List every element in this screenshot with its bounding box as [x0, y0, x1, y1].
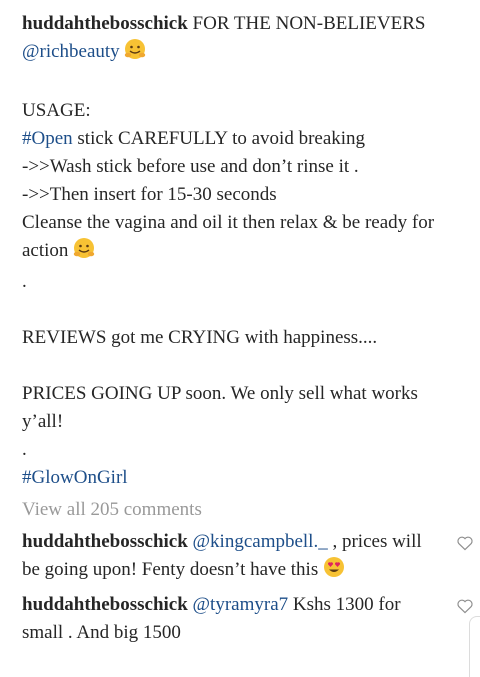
caption-intro-text: FOR THE NON-BELIEVERS: [192, 13, 426, 34]
view-all-comments-link[interactable]: View all 205 comments: [22, 496, 462, 524]
hugging-face-emoji: [73, 237, 95, 268]
hashtag-glowongirl[interactable]: #GlowOnGirl: [22, 467, 128, 488]
comment-username[interactable]: huddahthebosschick: [22, 531, 188, 552]
heart-eyes-emoji: [323, 556, 345, 587]
comment-item: huddahthebosschick @tyramyra7 Kshs 1300 …: [22, 591, 473, 647]
usage-heading: USAGE:: [22, 100, 91, 121]
caption-dot-2: .: [22, 439, 27, 460]
hugging-face-emoji: [124, 38, 146, 69]
like-comment-heart-icon[interactable]: [456, 532, 474, 551]
prices-line: PRICES GOING UP soon. We only sell what …: [22, 383, 418, 432]
like-comment-heart-icon[interactable]: [456, 595, 474, 614]
scroll-edge-decoration: [469, 616, 480, 677]
hashtag-line: #GlowOnGirl: [22, 464, 462, 492]
post-caption-area: huddahthebosschick FOR THE NON-BELIEVERS…: [22, 10, 473, 647]
usage-line-1-text: stick CAREFULLY to avoid breaking: [77, 128, 366, 149]
usage-line-2: ->>Wash stick before use and don’t rinse…: [22, 156, 359, 177]
usage-line-3: ->>Then insert for 15-30 seconds: [22, 184, 277, 205]
comment-mention[interactable]: @tyramyra7: [193, 594, 289, 615]
comment-username[interactable]: huddahthebosschick: [22, 594, 188, 615]
usage-line-1: #Open stick CAREFULLY to avoid breaking: [22, 125, 462, 153]
reviews-line: REVIEWS got me CRYING with happiness....: [22, 327, 378, 348]
caption-first-line: huddahthebosschick FOR THE NON-BELIEVERS…: [22, 10, 462, 69]
usage-line-4: Cleanse the vagina and oil it then relax…: [22, 209, 462, 268]
comment-mention[interactable]: @kingcampbell._: [193, 531, 328, 552]
comment-item: huddahthebosschick @kingcampbell._ , pri…: [22, 528, 473, 587]
hashtag-open[interactable]: #Open: [22, 128, 73, 149]
caption-username[interactable]: huddahthebosschick: [22, 13, 188, 34]
caption-mention[interactable]: @richbeauty: [22, 41, 120, 62]
caption-dot-1: .: [22, 271, 27, 292]
